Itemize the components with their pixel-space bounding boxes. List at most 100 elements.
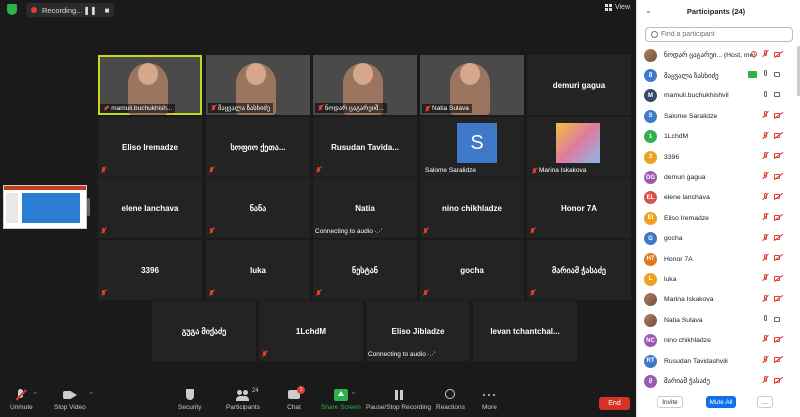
security-button[interactable]: Security — [178, 389, 201, 411]
participant-video-tile[interactable]: Natia Connecting to audio ·.·' — [313, 178, 417, 238]
participant-status-icons — [762, 172, 783, 180]
participant-list-item[interactable]: RT Rusudan Tavidashvili — [637, 351, 793, 371]
muted-mic-icon — [423, 290, 429, 297]
more-dots-icon — [482, 389, 496, 401]
participant-status-icons — [762, 213, 783, 221]
participant-list-item[interactable]: მ მარიამ ჭასაძე — [637, 371, 793, 391]
view-button[interactable]: View — [604, 4, 630, 11]
share-options-caret-icon[interactable]: ^ — [352, 392, 355, 398]
participant-video-tile[interactable]: 📌 mamuli.buchukhish... — [98, 55, 202, 115]
participants-label: Participants — [226, 404, 260, 411]
find-participant-field[interactable] — [645, 27, 793, 42]
participant-video-tile[interactable]: demuri gagua — [527, 55, 631, 115]
invite-button[interactable]: Invite — [657, 396, 683, 408]
participant-name: Salome Saralidze — [425, 167, 476, 174]
participant-video-tile[interactable]: Honor 7A — [527, 178, 631, 238]
chat-button[interactable]: 1 Chat — [287, 386, 305, 411]
participants-count: 24 — [251, 388, 259, 394]
participant-list-name: მაყვალა ზასხიძე — [664, 72, 719, 80]
collapse-chevron-icon[interactable]: ⌄ — [645, 6, 652, 15]
microphone-muted-icon — [762, 253, 769, 262]
participant-list: ნოდარ ცაგარეი... (Host, me) მ მაყვალა ზასხ… — [637, 45, 793, 392]
resize-handle[interactable] — [87, 198, 90, 216]
more-button[interactable]: More — [482, 389, 497, 411]
participant-list-item[interactable]: NC nino chikhladze — [637, 330, 793, 350]
participants-panel-title: Participants (24) — [686, 6, 746, 16]
panel-more-button[interactable]: ... — [757, 396, 773, 408]
participants-button[interactable]: 24 Participants — [226, 388, 260, 411]
participant-list-name: elene lanchava — [664, 194, 710, 202]
share-screen-icon — [333, 389, 348, 401]
stop-recording-button[interactable]: ■ — [100, 3, 114, 17]
participant-name-label: მაყვალა ზასხიძე — [208, 103, 274, 113]
participant-list-item[interactable]: Natia Sulava — [637, 310, 793, 330]
participant-video-tile[interactable]: Rusudan Tavida... — [313, 117, 417, 177]
participant-video-tile[interactable]: luka — [206, 240, 310, 300]
participant-video-tile[interactable]: მარიამ ჭასაძე — [527, 240, 631, 300]
participant-video-tile[interactable]: levan tchantchal... — [473, 301, 577, 361]
participant-video-tile[interactable]: Eliso Iremadze — [98, 117, 202, 177]
participant-head — [246, 63, 266, 85]
participant-video-tile[interactable]: S Salome Saralidze — [420, 117, 524, 177]
find-participant-input[interactable] — [661, 31, 781, 38]
participant-status-icons — [762, 131, 783, 140]
video-options-caret-icon[interactable]: ^ — [90, 392, 93, 398]
mute-all-button[interactable]: Mute All — [706, 396, 736, 408]
participant-list-item[interactable]: S Salome Saralidze — [637, 106, 793, 126]
microphone-muted-icon — [762, 376, 769, 384]
participant-list-item[interactable]: Lluka — [637, 269, 793, 289]
end-meeting-button[interactable]: End — [599, 397, 630, 410]
meeting-top-bar: Recording... ❚❚ ■ View — [0, 0, 636, 20]
stop-video-button[interactable]: Stop Video — [54, 389, 86, 411]
participant-list-item[interactable]: H7 Honor 7A — [637, 249, 793, 269]
shared-screen-thumbnail[interactable] — [3, 185, 87, 229]
participant-video-tile[interactable]: 1LchdM — [259, 301, 363, 361]
participant-name-label: Marina Iskakova — [529, 166, 589, 175]
participant-video-tile[interactable]: Eliso Jibladze Connecting to audio ·.·' — [366, 301, 470, 361]
microphone-muted-icon — [762, 111, 769, 119]
video-camera-off-icon — [774, 336, 783, 343]
participant-video-tile[interactable]: nino chikhladze — [420, 178, 524, 238]
participant-video-tile[interactable]: gocha — [420, 240, 524, 300]
participant-avatar: 3 — [644, 150, 657, 164]
chat-label: Chat — [287, 404, 301, 411]
participant-status-icons — [762, 315, 783, 323]
participant-list-item[interactable]: EL elene lanchava — [637, 188, 793, 208]
participant-video-tile[interactable]: Marina Iskakova — [527, 117, 631, 177]
participants-panel: ⌄ Participants (24) ნოდარ ცაგარეი... (Ho… — [636, 0, 800, 417]
recording-dot-icon — [31, 7, 37, 13]
participant-list-item[interactable]: EI Eliso Iremadze — [637, 208, 793, 228]
participant-list-item[interactable]: 3 3396 — [637, 147, 793, 167]
participant-status-icons — [762, 111, 783, 119]
audio-options-caret-icon[interactable]: ^ — [34, 392, 37, 398]
participant-list-item[interactable]: DG demuri gagua — [637, 167, 793, 187]
muted-mic-icon — [101, 167, 107, 174]
microphone-icon — [762, 315, 769, 323]
participant-video-tile[interactable]: ნოდარ ცაგარეიშ... — [313, 55, 417, 115]
muted-mic-icon — [101, 290, 107, 297]
participant-list-item[interactable]: Marina Iskakova — [637, 290, 793, 310]
participant-list-item[interactable]: მ მაყვალა ზასხიძე — [637, 65, 793, 85]
participant-name: nino chikhladze — [441, 203, 502, 213]
participant-video-tile[interactable]: სოფიო ქეთა... — [206, 117, 310, 177]
participant-list-item[interactable]: Mmamuli.buchukhishvil — [637, 86, 793, 106]
reactions-button[interactable]: Reactions — [436, 389, 465, 411]
screen-share-icon — [748, 70, 757, 78]
participant-list-item[interactable]: ნოდარ ცაგარეი... (Host, me) — [637, 45, 793, 65]
participant-list-item[interactable]: 1 1LchdM — [637, 127, 793, 147]
participant-avatar — [644, 313, 657, 327]
participant-list-name: Marina Iskakova — [664, 296, 714, 304]
participant-video-tile[interactable]: 3396 — [98, 240, 202, 300]
participant-video-tile[interactable]: elene lanchava — [98, 178, 202, 238]
participant-list-name: mamuli.buchukhishvil — [664, 92, 729, 100]
pause-stop-recording-button[interactable]: Pause/Stop Recording — [366, 389, 431, 411]
participant-video-tile[interactable]: გუგა მიქაძე — [152, 301, 256, 361]
participant-video-tile[interactable]: ნანა — [206, 178, 310, 238]
pause-recording-button[interactable]: ❚❚ — [83, 3, 97, 17]
participant-list-item[interactable]: Ggocha — [637, 229, 793, 249]
participant-video-tile[interactable]: მაყვალა ზასხიძე — [206, 55, 310, 115]
unmute-button[interactable]: Unmute — [10, 389, 33, 411]
participant-video-tile[interactable]: Natia Sulava — [420, 55, 524, 115]
participant-video-tile[interactable]: ნესტან — [313, 240, 417, 300]
microphone-muted-icon — [762, 233, 769, 242]
